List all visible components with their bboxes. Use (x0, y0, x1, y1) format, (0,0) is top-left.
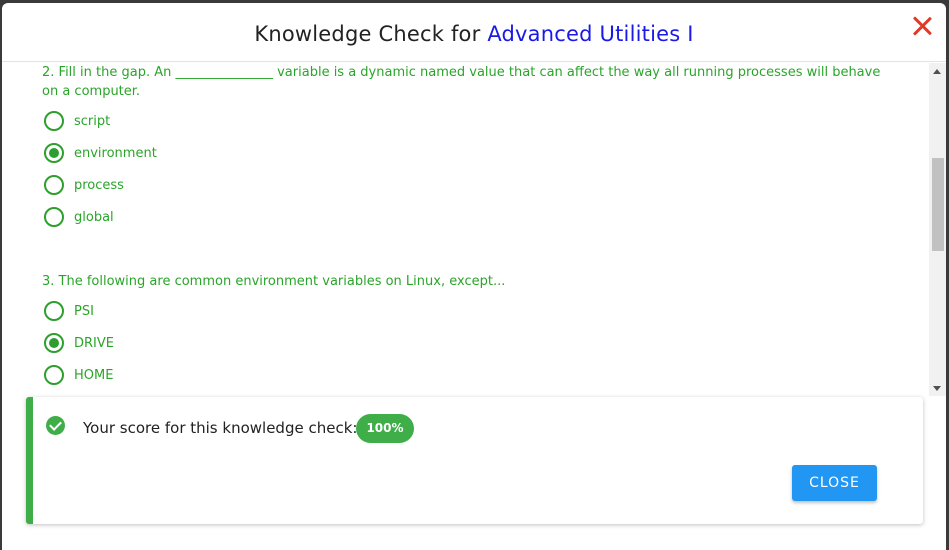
knowledge-check-dialog: Knowledge Check for Advanced Utilities I… (2, 3, 946, 550)
option-psi[interactable]: PSI (44, 300, 244, 322)
close-icon[interactable] (912, 16, 932, 36)
dialog-title: Knowledge Check for Advanced Utilities I (2, 22, 946, 46)
option-home[interactable]: HOME (44, 364, 244, 386)
option-label: script (74, 113, 111, 129)
title-prefix: Knowledge Check for (254, 22, 481, 46)
dialog-header: Knowledge Check for Advanced Utilities I (2, 3, 946, 62)
radio-icon[interactable] (44, 301, 64, 321)
radio-checked-icon[interactable] (44, 143, 64, 163)
question-2: 2. Fill in the gap. An _______________ v… (42, 63, 897, 227)
check-circle-icon (46, 416, 65, 435)
close-button[interactable]: CLOSE (792, 465, 877, 501)
scroll-up-arrow-icon[interactable] (933, 69, 941, 74)
score-result-card: Your score for this knowledge check: 100… (26, 397, 923, 524)
course-name: Advanced Utilities I (487, 22, 694, 46)
radio-icon[interactable] (44, 365, 64, 385)
option-label: DRIVE (74, 335, 114, 351)
option-label: HOME (74, 367, 114, 383)
scrollbar-thumb[interactable] (932, 158, 944, 251)
option-environment[interactable]: environment (44, 142, 244, 164)
question-3: 3. The following are common environment … (42, 272, 897, 385)
radio-icon[interactable] (44, 207, 64, 227)
score-label: Your score for this knowledge check: (83, 419, 358, 437)
option-process[interactable]: process (44, 174, 244, 196)
question-text: 3. The following are common environment … (42, 274, 506, 289)
question-text: 2. Fill in the gap. An _______________ v… (42, 65, 881, 99)
option-label: PSI (74, 303, 94, 319)
scroll-down-arrow-icon[interactable] (933, 386, 941, 391)
option-global[interactable]: global (44, 206, 244, 228)
questions-scroll-area[interactable]: 2. Fill in the gap. An _______________ v… (2, 63, 946, 396)
option-script[interactable]: script (44, 110, 244, 132)
radio-checked-icon[interactable] (44, 333, 64, 353)
radio-icon[interactable] (44, 111, 64, 131)
option-label: environment (74, 145, 157, 161)
radio-icon[interactable] (44, 175, 64, 195)
option-drive[interactable]: DRIVE (44, 332, 244, 354)
vertical-scrollbar[interactable] (929, 63, 946, 396)
option-label: process (74, 177, 124, 193)
score-badge: 100% (356, 414, 414, 443)
option-label: global (74, 209, 114, 225)
